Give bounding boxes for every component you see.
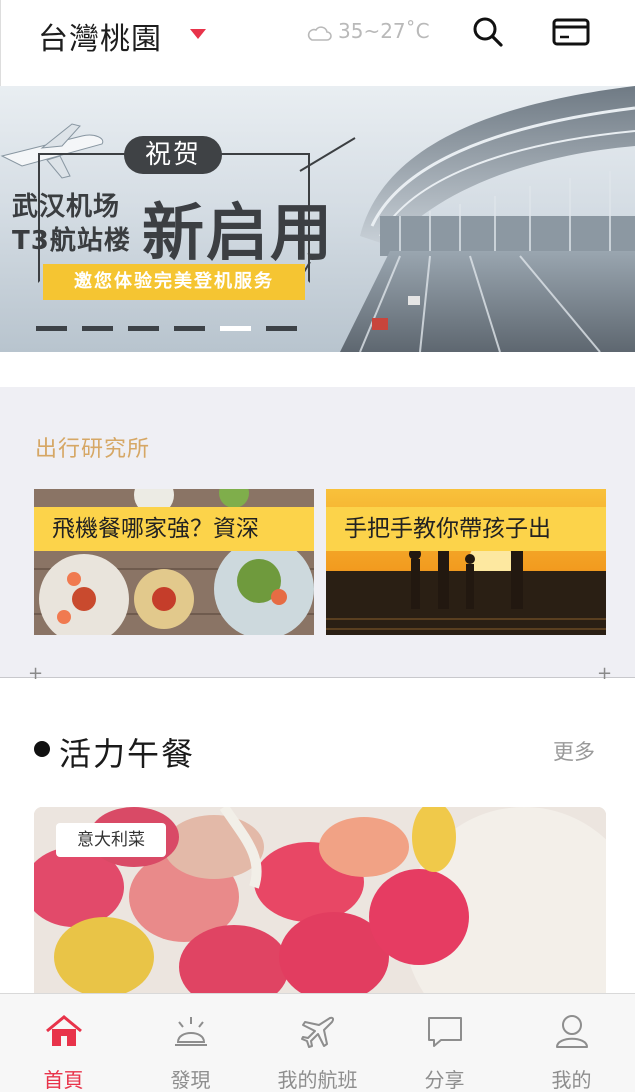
carousel-dot[interactable]	[36, 326, 67, 331]
article-caption: 手把手教你帶孩子出	[326, 507, 606, 551]
user-icon	[556, 1015, 588, 1048]
plus-mark-icon: +	[28, 663, 44, 684]
section-title: 出行研究所	[35, 437, 151, 462]
promo-banner[interactable]: 祝贺 武汉机场 T3航站楼 新启用 邀您体验完美登机服务	[0, 86, 635, 352]
card-icon[interactable]	[552, 17, 590, 47]
article-card[interactable]: 手把手教你帶孩子出	[326, 489, 606, 635]
caret-down-icon[interactable]	[190, 29, 206, 39]
banner-line1: 武汉机场	[12, 192, 121, 222]
top-bar: 台灣桃園 35~27˚C	[0, 0, 635, 86]
cuisine-tag: 意大利菜	[56, 823, 166, 857]
plane-icon	[301, 1016, 335, 1048]
banner-headline: 新启用	[142, 196, 335, 269]
home-icon	[46, 1015, 82, 1046]
banner-badge: 祝贺	[124, 136, 222, 174]
article-card[interactable]: 飛機餐哪家強？資深	[34, 489, 314, 635]
more-link[interactable]: 更多	[553, 736, 595, 766]
banner-line2: T3航站楼	[12, 226, 131, 256]
discover-icon	[175, 1017, 207, 1046]
carousel-dot[interactable]	[266, 326, 297, 331]
nav-label: 分享	[424, 1068, 465, 1092]
section-title: 活力午餐	[59, 735, 196, 773]
article-caption: 飛機餐哪家強？資深	[34, 507, 314, 551]
nav-label: 我的	[551, 1068, 592, 1092]
city-selector[interactable]: 台灣桃園	[38, 14, 162, 58]
weather-temperature: 35~27˚C	[338, 19, 430, 43]
bullet-icon	[34, 741, 50, 757]
cloud-icon	[307, 26, 332, 41]
nav-label: 首頁	[43, 1068, 84, 1092]
carousel-dot-active[interactable]	[220, 326, 251, 331]
banner-ribbon: 邀您体验完美登机服务	[43, 264, 305, 300]
search-icon[interactable]	[471, 15, 505, 49]
carousel-indicator	[36, 326, 297, 331]
carousel-dot[interactable]	[174, 326, 205, 331]
nav-share[interactable]: 分享	[381, 994, 508, 1092]
restaurant-card[interactable]: 意大利菜	[34, 807, 606, 1007]
nav-home[interactable]: 首頁	[0, 994, 127, 1092]
nav-label: 我的航班	[277, 1068, 358, 1092]
chat-icon	[428, 1017, 462, 1047]
bottom-nav: 首頁 發現 我的航班 分享 我的	[0, 993, 635, 1092]
travel-research-section: 出行研究所 飛機餐哪家強？資深 手把手教你帶孩子出 + +	[0, 387, 635, 683]
nav-discover[interactable]: 發現	[127, 994, 254, 1092]
carousel-dot[interactable]	[82, 326, 113, 331]
carousel-dot[interactable]	[128, 326, 159, 331]
nav-profile[interactable]: 我的	[508, 994, 635, 1092]
plus-mark-icon: +	[597, 663, 613, 684]
nav-label: 發現	[170, 1068, 211, 1092]
nav-my-flights[interactable]: 我的航班	[254, 994, 381, 1092]
